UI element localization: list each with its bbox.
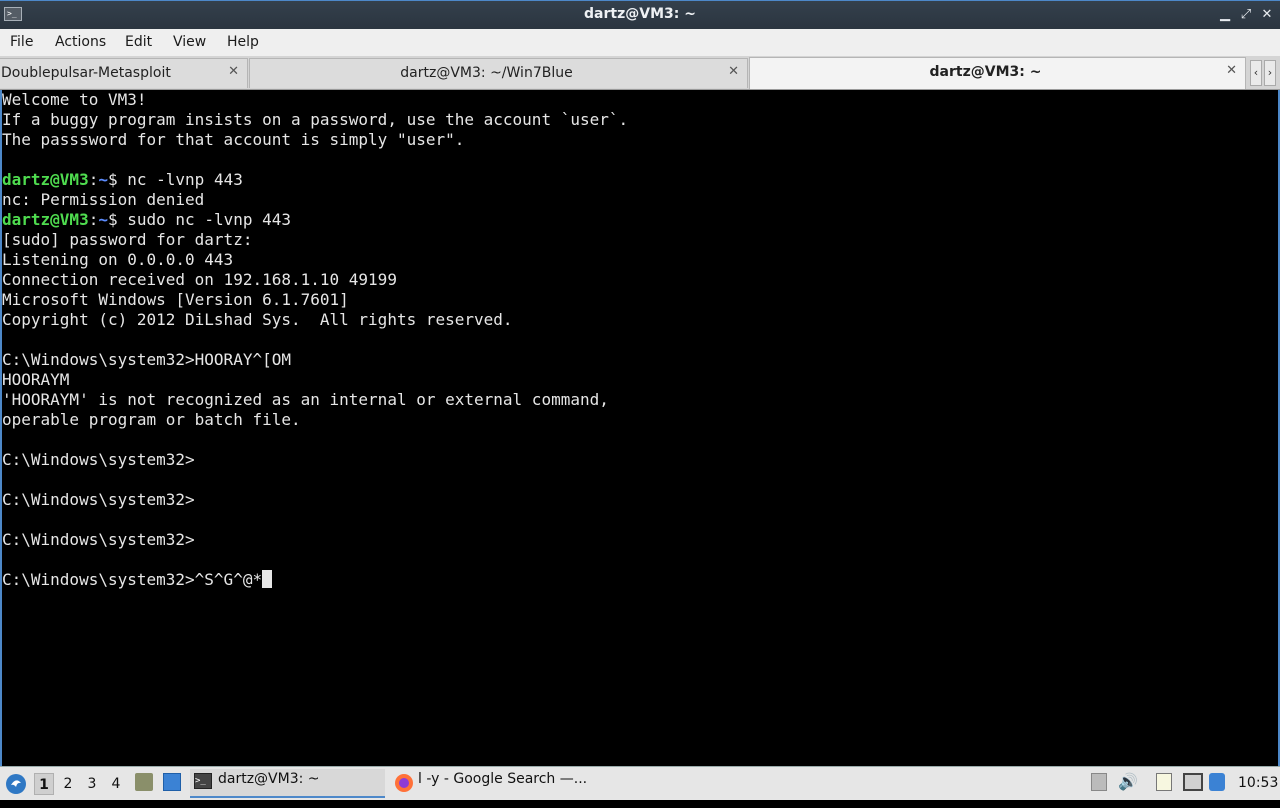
prompt-symbol: $ (107, 170, 128, 189)
clock[interactable]: 10:53 (1238, 767, 1278, 800)
terminal-text: sudo nc -lvnp 443 (127, 210, 292, 229)
terminal-line: Copyright (c) 2012 DiLshad Sys. All righ… (2, 310, 1278, 330)
workspace-3[interactable]: 3 (82, 773, 102, 795)
terminal-text: nc: Permission denied (2, 190, 205, 209)
terminal-line: HOORAYM (2, 370, 1278, 390)
text-cursor (262, 570, 273, 588)
menu-actions[interactable]: Actions (55, 34, 106, 50)
terminal-text: [sudo] password for dartz: (2, 230, 253, 249)
terminal-text: nc -lvnp 443 (127, 170, 243, 189)
window-titlebar[interactable]: >_ dartz@VM3: ~ ▁ ⤢ ✕ (0, 0, 1280, 29)
terminal-line: operable program or batch file. (2, 410, 1278, 430)
start-menu-icon (6, 774, 26, 794)
tab-close-icon[interactable]: ✕ (728, 64, 739, 79)
tab-close-icon[interactable]: ✕ (1226, 63, 1237, 78)
terminal-text: Listening on 0.0.0.0 443 (2, 250, 234, 269)
terminal-line: dartz@VM3:~$ sudo nc -lvnp 443 (2, 210, 1278, 230)
terminal-line: C:\Windows\system32>^S^G^@* (2, 570, 1278, 590)
tab-label: dartz@VM3: ~ (929, 64, 1042, 80)
terminal-text: C:\Windows\system32> (2, 530, 195, 549)
terminal-text: 'HOORAYM' is not recognized as an intern… (2, 390, 609, 409)
terminal-text: Copyright (c) 2012 DiLshad Sys. All righ… (2, 310, 513, 329)
workspace-4[interactable]: 4 (106, 773, 126, 795)
terminal-line: C:\Windows\system32> (2, 530, 1278, 550)
terminal-line: C:\Windows\system32> (2, 450, 1278, 470)
task-firefox[interactable]: l -y - Google Search —... (392, 769, 592, 798)
prompt-path: ~ (98, 210, 108, 229)
prompt-symbol: $ (107, 210, 128, 229)
tab-home-active[interactable]: dartz@VM3: ~ ✕ (749, 57, 1246, 89)
terminal-line: Microsoft Windows [Version 6.1.7601] (2, 290, 1278, 310)
prompt-user: dartz@VM3 (2, 170, 89, 189)
terminal-line: C:\Windows\system32>HOORAY^[OM (2, 350, 1278, 370)
tab-scroll-right-icon[interactable]: › (1264, 60, 1276, 86)
file-manager-icon[interactable] (135, 773, 153, 791)
prompt-separator: : (88, 170, 99, 189)
terminal-text: HOORAYM (2, 370, 70, 389)
menu-view[interactable]: View (173, 34, 206, 50)
firefox-icon (395, 774, 413, 792)
terminal-text: operable program or batch file. (2, 410, 301, 429)
terminal-line: 'HOORAYM' is not recognized as an intern… (2, 390, 1278, 410)
menu-edit[interactable]: Edit (125, 34, 152, 50)
menu-bar: File Actions Edit View Help (0, 29, 1280, 56)
menu-help[interactable]: Help (227, 34, 259, 50)
tab-doublepulsar-metasploit[interactable]: Doublepulsar-Metasploit ✕ (0, 58, 248, 88)
close-window-icon[interactable]: ✕ (1258, 6, 1276, 24)
terminal-line: dartz@VM3:~$ nc -lvnp 443 (2, 170, 1278, 190)
prompt-separator: : (88, 210, 99, 229)
terminal-text: If a buggy program insists on a password… (2, 110, 629, 129)
minimize-icon[interactable]: ▁ (1216, 6, 1234, 24)
terminal-line: The passsword for that account is simply… (2, 130, 1278, 150)
task-label: l -y - Google Search —... (418, 771, 588, 787)
volume-icon[interactable]: 🔊 (1118, 773, 1138, 791)
task-label: dartz@VM3: ~ (218, 771, 320, 787)
workspace-2[interactable]: 2 (58, 773, 78, 795)
prompt-user: dartz@VM3 (2, 210, 89, 229)
menu-file[interactable]: File (10, 34, 33, 50)
terminal-output[interactable]: Welcome to VM3! If a buggy program insist… (0, 90, 1280, 766)
network-icon[interactable] (1183, 773, 1203, 791)
window-title: dartz@VM3: ~ (584, 6, 696, 22)
clipboard-icon[interactable] (1156, 773, 1172, 791)
maximize-restore-icon[interactable]: ⤢ (1237, 6, 1255, 24)
tray-up-arrow-icon[interactable] (1091, 773, 1107, 791)
prompt-path: ~ (98, 170, 108, 189)
tab-close-icon[interactable]: ✕ (228, 64, 239, 79)
terminal-text: Welcome to VM3! (2, 90, 147, 109)
task-terminal[interactable]: >_ dartz@VM3: ~ (190, 769, 385, 798)
terminal-line: If a buggy program insists on a password… (2, 110, 1278, 130)
tab-scroll-left-icon[interactable]: ‹ (1250, 60, 1262, 86)
taskbar: 1 2 3 4 >_ dartz@VM3: ~ l -y - Google Se… (0, 766, 1280, 800)
terminal-text: C:\Windows\system32> (2, 450, 195, 469)
terminal-line: [sudo] password for dartz: (2, 230, 1278, 250)
terminal-line: Connection received on 192.168.1.10 4919… (2, 270, 1278, 290)
terminal-line: Welcome to VM3! (2, 90, 1278, 110)
terminal-text: C:\Windows\system32>HOORAY^[OM (2, 350, 291, 369)
tab-label: dartz@VM3: ~/Win7Blue (400, 65, 573, 81)
tab-bar: Doublepulsar-Metasploit ✕ dartz@VM3: ~/W… (0, 56, 1280, 90)
terminal-text: The passsword for that account is simply… (2, 130, 465, 149)
terminal-line: C:\Windows\system32> (2, 490, 1278, 510)
terminal-line: nc: Permission denied (2, 190, 1278, 210)
terminal-text: Connection received on 192.168.1.10 4919… (2, 270, 397, 289)
tab-win7blue[interactable]: dartz@VM3: ~/Win7Blue ✕ (249, 58, 748, 88)
workspace-1[interactable]: 1 (34, 773, 54, 795)
tab-label: Doublepulsar-Metasploit (1, 65, 171, 81)
terminal-text: Microsoft Windows [Version 6.1.7601] (2, 290, 349, 309)
terminal-line: Listening on 0.0.0.0 443 (2, 250, 1278, 270)
show-desktop-icon[interactable] (163, 773, 181, 791)
update-notifier-icon[interactable] (1209, 773, 1225, 791)
terminal-text: C:\Windows\system32> (2, 490, 195, 509)
terminal-text: C:\Windows\system32>^S^G^@* (2, 570, 263, 589)
start-menu-button[interactable] (5, 767, 27, 800)
terminal-icon: >_ (194, 773, 212, 789)
